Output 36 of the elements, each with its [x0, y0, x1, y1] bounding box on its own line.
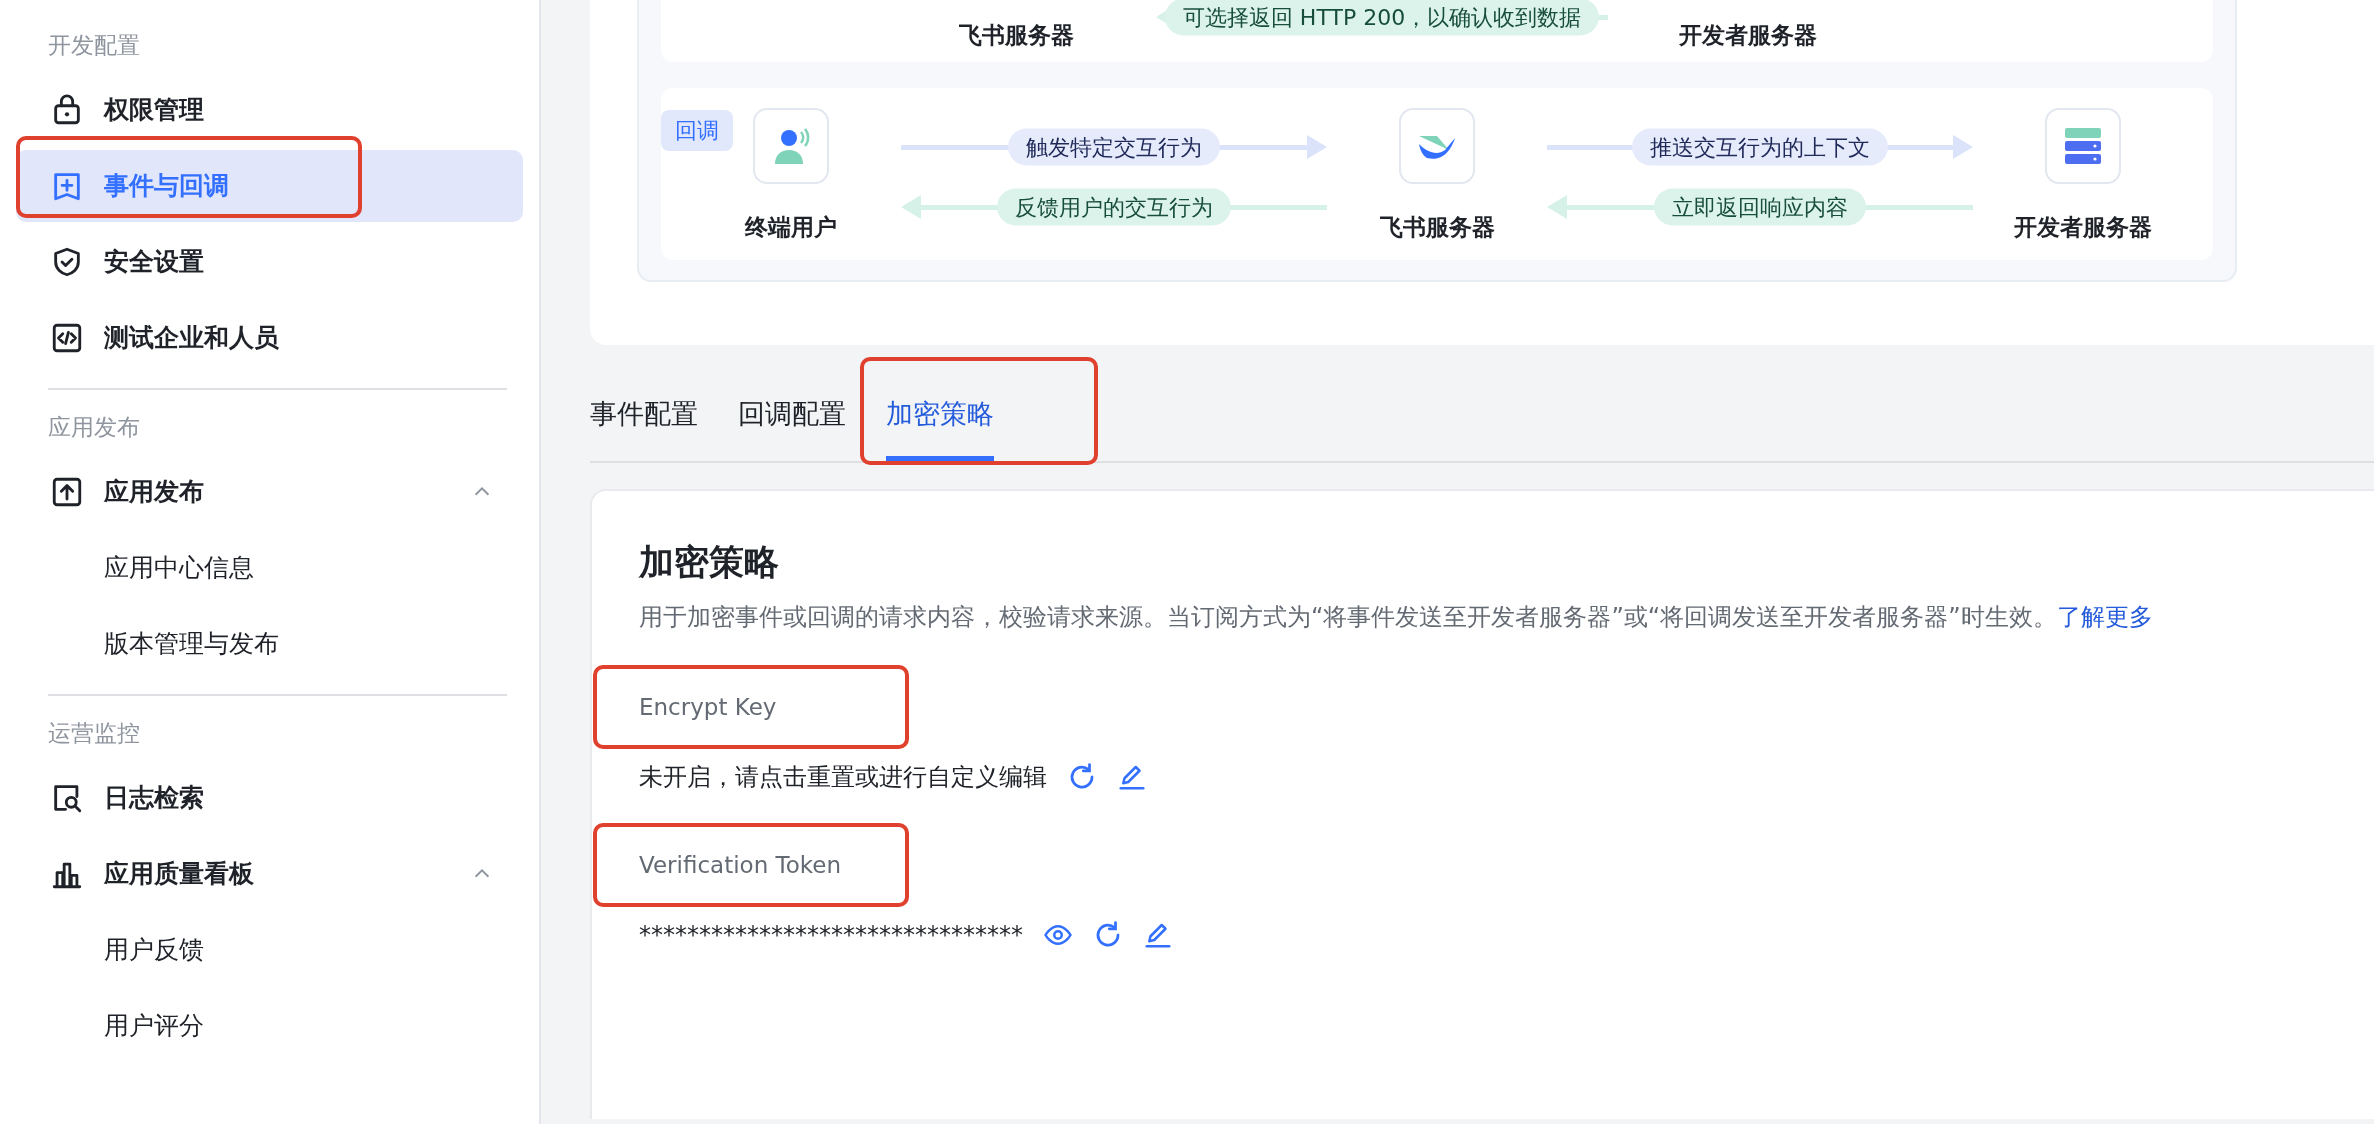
code-icon [50, 321, 84, 355]
node-label: 飞书服务器 [957, 20, 1075, 50]
sidebar-subitem[interactable]: 应用中心信息 [16, 532, 523, 604]
arrow-label: 推送交互行为的上下文 [1632, 128, 1888, 166]
sidebar-item[interactable]: 权限管理 [16, 74, 523, 146]
sidebar-section-title: 运营监控 [47, 719, 141, 748]
tab[interactable]: 事件配置 [590, 373, 698, 461]
learn-more-link[interactable]: 了解更多 [2056, 603, 2153, 631]
sidebar-section-title: 开发配置 [47, 31, 141, 60]
tab[interactable]: 加密策略 [886, 373, 994, 461]
sidebar-section-title: 应用发布 [47, 413, 141, 442]
field-label: Encrypt Key [639, 692, 777, 722]
description: 用于加密事件或回调的请求内容，校验请求来源。当订阅方式为“将事件发送至开发者服务器”或“将回调发送至开发者服务器”时生效。了解更多 [639, 602, 2154, 633]
sidebar-item[interactable]: 安全设置 [16, 226, 523, 298]
arrow-label: 触发特定交互行为 [1008, 128, 1220, 166]
arrow-label: 反馈用户的交互行为 [997, 188, 1231, 226]
sidebar-subitem[interactable]: 用户反馈 [16, 914, 523, 986]
field-value: 未开启，请点击重置或进行自定义编辑 [639, 762, 1047, 793]
panel-title: 加密策略 [639, 541, 780, 583]
node-label: 开发者服务器 [1678, 20, 1818, 50]
sidebar-item[interactable]: 应用质量看板 [16, 838, 523, 910]
tab[interactable]: 回调配置 [738, 373, 846, 461]
sidebar-subitem[interactable]: 用户评分 [16, 990, 523, 1062]
sidebar-item[interactable]: 测试企业和人员 [16, 302, 523, 374]
callback-tag: 回调 [661, 110, 733, 151]
sidebar-subitem[interactable]: 版本管理与发布 [16, 608, 523, 680]
upload-icon [50, 475, 84, 509]
node-label: 飞书服务器 [1379, 213, 1495, 242]
field-label: Verification Token [639, 850, 841, 880]
arrow-label: 立即返回响应内容 [1654, 188, 1866, 226]
arrow-label: 可选择返回 HTTP 200，以确认收到数据 [1164, 0, 1600, 36]
sidebar-item[interactable]: 应用发布 [16, 456, 523, 528]
field-value: ******************************** [639, 920, 1023, 951]
node-label: 开发者服务器 [2014, 213, 2152, 242]
node-label: 终端用户 [745, 213, 837, 242]
sidebar-item[interactable]: 日志检索 [16, 762, 523, 834]
